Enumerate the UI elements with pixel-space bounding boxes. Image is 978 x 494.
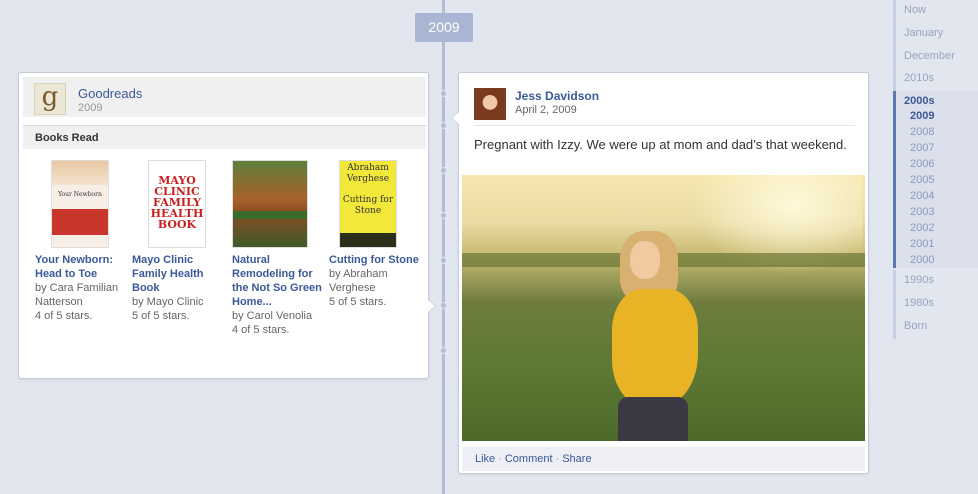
scrubber-year[interactable]: 2008: [910, 126, 934, 138]
cover-author: Abraham Verghese: [346, 163, 390, 184]
cover-title: Cutting for Stone: [342, 195, 394, 216]
share-link[interactable]: Share: [562, 453, 591, 465]
goodreads-year: 2009: [78, 102, 103, 114]
post-photo[interactable]: [462, 175, 865, 441]
comment-link[interactable]: Comment: [505, 453, 553, 465]
book-rating: 5 of 5 stars.: [132, 310, 190, 322]
book-author: by Abraham Verghese: [329, 268, 388, 294]
scrubber-item-2000s[interactable]: 2000s: [904, 95, 935, 107]
goodreads-card: g Goodreads 2009 Books Read Your Newborn…: [18, 72, 436, 379]
scrubber-year[interactable]: 2004: [910, 190, 934, 202]
avatar[interactable]: [474, 88, 506, 120]
spine-dot: [440, 212, 447, 219]
scrubber-year[interactable]: 2002: [910, 222, 934, 234]
post-author-link[interactable]: Jess Davidson: [515, 89, 599, 103]
scrubber-item-january[interactable]: January: [893, 23, 978, 46]
scrubber-item-now[interactable]: Now: [893, 0, 978, 23]
spine-dot: [440, 167, 447, 174]
book-item: Natural Remodeling for the Not So Green …: [232, 160, 322, 337]
post-card: Jess Davidson April 2, 2009 Pregnant wit…: [451, 72, 869, 474]
book-author: by Cara Familian Natterson: [35, 282, 119, 308]
scrubber-year-selected[interactable]: 2009: [910, 110, 934, 122]
scrubber-year[interactable]: 2005: [910, 174, 934, 186]
spine-dot: [440, 90, 447, 97]
scrubber-item-born[interactable]: Born: [893, 316, 978, 339]
book-item: MAYO CLINIC FAMILY HEALTH BOOK Mayo Clin…: [132, 160, 222, 323]
year-marker[interactable]: 2009: [415, 13, 473, 42]
spine-dot: [440, 122, 447, 129]
spine-dot: [440, 347, 447, 354]
book-title-link[interactable]: Natural Remodeling for the Not So Green …: [232, 253, 322, 309]
like-link[interactable]: Like: [475, 453, 495, 465]
book-title-link[interactable]: Mayo Clinic Family Health Book: [132, 253, 222, 295]
book-cover[interactable]: Abraham Verghese Cutting for Stone: [339, 160, 397, 248]
timeline-spine: [442, 0, 445, 494]
separator: ·: [498, 453, 502, 465]
books-read-heading: Books Read: [23, 125, 426, 149]
post-text: Pregnant with Izzy. We were up at mom an…: [474, 137, 847, 152]
separator: ·: [555, 453, 560, 465]
scrubber-year[interactable]: 2007: [910, 142, 934, 154]
timeline-scrubber: Now January December 2010s 2000s 2009 20…: [893, 0, 978, 494]
book-item: Your Newborn Your Newborn: Head to Toe b…: [35, 160, 125, 323]
post-date[interactable]: April 2, 2009: [515, 104, 577, 116]
scrubber-section-2000s[interactable]: 2000s 2009 2008 2007 2006 2005 2004 2003…: [893, 91, 978, 268]
spine-dot: [440, 302, 447, 309]
book-cover[interactable]: Your Newborn: [51, 160, 109, 248]
post-actions: Like · Comment · Share: [462, 447, 865, 471]
scrubber-year[interactable]: 2001: [910, 238, 934, 250]
scrubber-item-december[interactable]: December: [893, 46, 978, 69]
goodreads-app-name[interactable]: Goodreads: [78, 86, 142, 101]
divider: [474, 125, 855, 126]
scrubber-item-2010s[interactable]: 2010s: [893, 68, 978, 91]
scrubber-item-1980s[interactable]: 1980s: [893, 293, 978, 316]
book-rating: 4 of 5 stars.: [35, 310, 93, 322]
scrubber-year[interactable]: 2003: [910, 206, 934, 218]
book-rating: 4 of 5 stars.: [232, 324, 290, 336]
goodreads-header: g Goodreads 2009: [23, 77, 426, 117]
book-cover[interactable]: MAYO CLINIC FAMILY HEALTH BOOK: [148, 160, 206, 248]
cover-text: Your Newborn: [58, 191, 102, 198]
scrubber-year[interactable]: 2006: [910, 158, 934, 170]
book-rating: 5 of 5 stars.: [329, 296, 387, 308]
book-title-link[interactable]: Cutting for Stone: [329, 253, 419, 267]
book-title-link[interactable]: Your Newborn: Head to Toe: [35, 253, 125, 281]
book-author: by Mayo Clinic: [132, 296, 204, 308]
spine-dot: [440, 257, 447, 264]
scrubber-year[interactable]: 2000: [910, 254, 934, 266]
book-item: Abraham Verghese Cutting for Stone Cutti…: [329, 160, 419, 309]
book-cover[interactable]: [232, 160, 308, 248]
book-author: by Carol Venolia: [232, 310, 313, 322]
scrubber-item-1990s[interactable]: 1990s: [893, 270, 978, 293]
goodreads-logo-icon[interactable]: g: [34, 83, 66, 115]
cover-text: MAYO CLINIC FAMILY HEALTH BOOK: [150, 174, 204, 231]
